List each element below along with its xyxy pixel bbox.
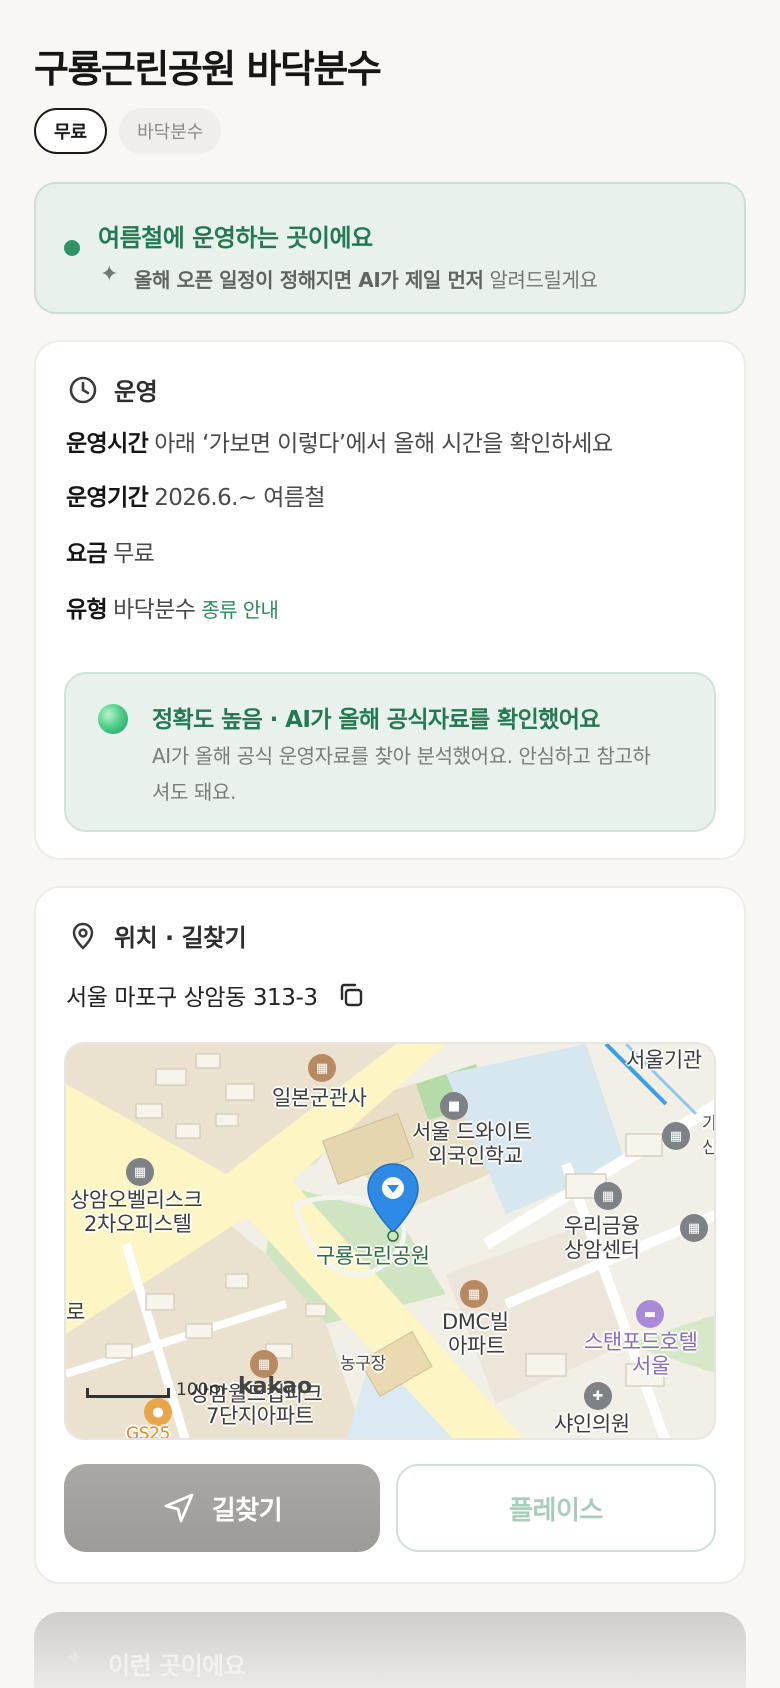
season-banner-title: 여름철에 운영하는 곳이에요 <box>98 224 373 252</box>
building-icon: ▦ <box>126 1158 154 1186</box>
place-button[interactable]: 플레이스 <box>396 1464 716 1552</box>
row-value: 2026.6.~ 여름철 <box>154 485 325 511</box>
poi-dmc-2: 아파트 <box>448 1334 505 1358</box>
poi-gs: GS25 <box>126 1424 170 1440</box>
navigation-arrow-icon <box>164 1493 194 1523</box>
poi-edge-1: 가 <box>702 1114 716 1134</box>
map-view[interactable]: ▦ 일본군관사 ■ 서울 드와이트 외국인학교 ▦ 상암오벨리스크 2차오피스텔… <box>64 1042 716 1440</box>
address: 서울 마포구 상암동 313-3 <box>66 978 366 1012</box>
next-section-title: 이런 곳이에요 <box>108 1652 246 1680</box>
accuracy-notice: 정확도 높음 · AI가 올해 공식자료를 확인했어요 AI가 올해 공식 운영… <box>64 672 716 832</box>
accuracy-title: 정확도 높음 · AI가 올해 공식자료를 확인했어요 <box>152 707 600 733</box>
apartment-icon: ▦ <box>460 1280 488 1308</box>
row-key: 유형 <box>66 597 108 623</box>
navigate-button[interactable]: 길찾기 <box>64 1464 380 1552</box>
location-actions: 길찾기 플레이스 <box>64 1464 716 1552</box>
bank-icon: ▦ <box>594 1182 622 1210</box>
season-banner-note: 올해 오픈 일정이 정해지면 AI가 제일 먼저 알려드릴게요 <box>134 264 598 293</box>
operation-row-period: 운영기간 2026.6.~ 여름철 <box>66 478 326 512</box>
poi-court: 농구장 <box>340 1354 386 1374</box>
poi-seoul-inst: 서울기관 <box>626 1048 702 1072</box>
map-marker-icon[interactable] <box>366 1162 420 1244</box>
building-icon: ▦ <box>662 1122 690 1150</box>
poi-woori-1: 우리금융 <box>564 1214 640 1238</box>
sparkle-icon: ✦ <box>100 262 119 287</box>
location-header: 위치 · 길찾기 <box>66 918 247 953</box>
address-text: 서울 마포구 상암동 313-3 <box>66 985 318 1011</box>
chip-type[interactable]: 바닥분수 <box>119 108 222 154</box>
location-header-label: 위치 · 길찾기 <box>114 924 247 952</box>
poi-obelisk-2: 2차오피스텔 <box>84 1212 192 1236</box>
location-card: 위치 · 길찾기 서울 마포구 상암동 313-3 ▦ 일본군관사 ■ 서울 드… <box>34 886 746 1584</box>
row-key: 운영기간 <box>66 485 149 511</box>
tag-chips: 무료 바닥분수 <box>34 108 222 154</box>
poi-stanford-1: 스탠포드호텔 <box>584 1330 698 1354</box>
page-title: 구룡근린공원 바닥분수 <box>34 47 382 91</box>
status-dot-icon <box>64 240 80 256</box>
poi-edge-2: 신 <box>702 1138 716 1158</box>
hotel-icon: ▬ <box>636 1300 664 1328</box>
operation-row-hours: 운영시간 아래 ‘가보면 이렇다’에서 올해 시간을 확인하세요 <box>66 424 613 458</box>
poi-clinic: 샤인의원 <box>554 1412 630 1436</box>
poi-park: 구룡근린공원 <box>316 1244 430 1268</box>
poi-stanford-2: 서울 <box>632 1354 670 1378</box>
map-provider-logo: kakao <box>238 1374 313 1399</box>
chip-free[interactable]: 무료 <box>34 108 108 154</box>
landmark-icon: ▦ <box>308 1054 336 1082</box>
ai-orb-icon <box>98 704 128 734</box>
type-guide-link[interactable]: 종류 안내 <box>201 598 279 622</box>
poi-obelisk-1: 상암오벨리스크 <box>70 1188 203 1212</box>
map-scale-label: 100m <box>176 1380 226 1400</box>
poi-dwight-1: 서울 드와이트 <box>412 1120 532 1144</box>
poi-ilbon: 일본군관사 <box>272 1086 367 1110</box>
operation-card: 운영 운영시간 아래 ‘가보면 이렇다’에서 올해 시간을 확인하세요 운영기간 2… <box>34 340 746 860</box>
season-note-rest: 알려드릴게요 <box>489 268 598 292</box>
building-icon: ▦ <box>680 1214 708 1242</box>
row-value: 바닥분수 <box>113 597 196 623</box>
poi-dwight-2: 외국인학교 <box>428 1144 523 1168</box>
sparkle-icon: ✦ <box>64 1644 85 1672</box>
operation-header: 운영 <box>66 372 158 407</box>
poi-woori-2: 상암센터 <box>564 1238 640 1262</box>
season-note-bold: 올해 오픈 일정이 정해지면 AI가 제일 먼저 <box>134 268 484 292</box>
map-scale-bar <box>86 1388 170 1398</box>
season-banner: 여름철에 운영하는 곳이에요 ✦ 올해 오픈 일정이 정해지면 AI가 제일 먼… <box>34 182 746 314</box>
poi-road: 로 <box>66 1300 85 1324</box>
navigate-button-label: 길찾기 <box>211 1495 283 1526</box>
row-value: 무료 <box>113 541 155 567</box>
copy-icon[interactable] <box>336 980 366 1010</box>
operation-header-label: 운영 <box>114 378 158 406</box>
row-key: 운영시간 <box>66 431 149 457</box>
location-pin-icon <box>66 919 100 953</box>
clinic-icon: ✚ <box>584 1382 612 1410</box>
row-key: 요금 <box>66 541 108 567</box>
operation-row-type: 유형 바닥분수 종류 안내 <box>66 590 279 624</box>
detail-page: 구룡근린공원 바닥분수 무료 바닥분수 여름철에 운영하는 곳이에요 ✦ 올해 … <box>0 0 780 1688</box>
operation-row-fee: 요금 무료 <box>66 534 155 568</box>
poi-worldcup-2: 7단지아파트 <box>206 1404 314 1428</box>
poi-dmc-1: DMC빌 <box>442 1310 509 1334</box>
school-icon: ■ <box>440 1092 468 1120</box>
place-button-label: 플레이스 <box>508 1495 604 1526</box>
row-value: 아래 ‘가보면 이렇다’에서 올해 시간을 확인하세요 <box>154 431 613 457</box>
clock-icon <box>66 373 100 407</box>
accuracy-text: AI가 올해 공식 운영자료를 찾아 분석했어요. 안심하고 참고하셔도 돼요. <box>152 744 651 804</box>
